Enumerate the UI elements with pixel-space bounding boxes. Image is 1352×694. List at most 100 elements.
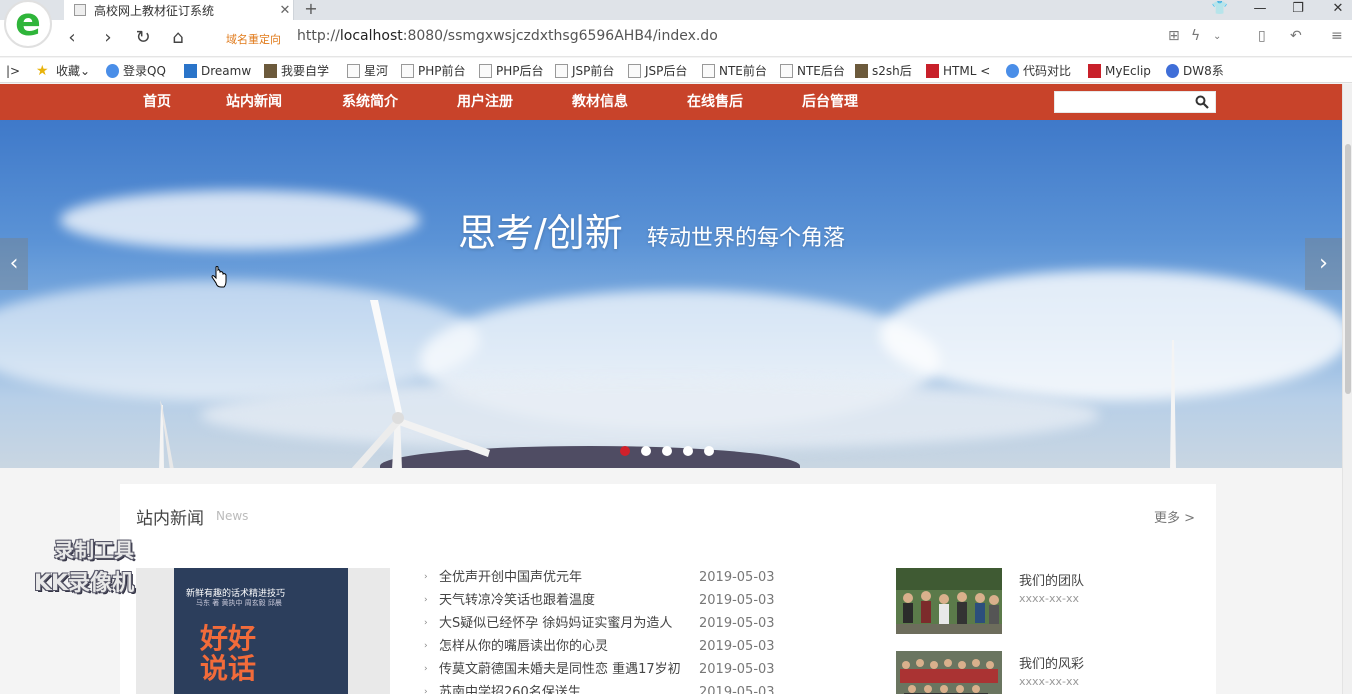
list-item[interactable]: › 苏南中学招260名保送生 2019-05-03 [422, 681, 782, 694]
bookmark-item[interactable]: MyEclip [1088, 62, 1151, 79]
web-page: 首页 站内新闻 系统简介 用户注册 教材信息 在线售后 后台管理 思考/创新 转… [0, 84, 1342, 694]
minimize-button[interactable]: — [1246, 0, 1274, 20]
nav-news[interactable]: 站内新闻 [226, 84, 282, 120]
list-item[interactable]: › 天气转凉冷笑话也跟着温度 2019-05-03 [422, 589, 782, 612]
browser-address-bar: ‹ › ↻ ⌂ 域名重定向 http://localhost:8080/ssmg… [0, 20, 1352, 57]
bookmark-item[interactable]: Dreamw [184, 62, 251, 79]
news-title[interactable]: 大S疑似已经怀孕 徐妈妈证实蜜月为造人 [439, 612, 694, 635]
browser-tab[interactable]: 高校网上教材征订系统 ✕ [64, 0, 294, 20]
banner-dot-2[interactable] [641, 446, 651, 456]
list-item[interactable]: › 全优声开创中国声优元年 2019-05-03 [422, 566, 782, 589]
side-item-title[interactable]: 我们的风彩 [1019, 653, 1084, 672]
search-icon[interactable] [1195, 95, 1209, 109]
bookmark-item[interactable]: NTE前台 [702, 62, 767, 79]
page-icon [479, 63, 492, 78]
hand-cursor-icon [211, 266, 227, 288]
group-photo[interactable] [896, 651, 1002, 694]
chevron-down-icon[interactable]: ⌄ [1213, 31, 1221, 42]
watermark-line2: KK录像机 [34, 571, 135, 596]
page-icon [401, 63, 414, 78]
banner-subtitle: 转动世界的每个角落 [647, 226, 846, 251]
banner-next-button[interactable]: › [1305, 238, 1342, 290]
bullet-icon: › [424, 687, 428, 694]
bookmark-item[interactable]: 我要自学 [264, 62, 329, 79]
compare-icon [1006, 63, 1019, 78]
back-button[interactable]: ‹ [60, 26, 84, 50]
cloud-shape [880, 270, 1342, 400]
list-item[interactable]: › 大S疑似已经怀孕 徐妈妈证实蜜月为造人 2019-05-03 [422, 612, 782, 635]
news-title[interactable]: 全优声开创中国声优元年 [439, 566, 694, 589]
site-icon [264, 63, 277, 78]
bookmark-item[interactable]: ★ 收藏 ⌄ [36, 62, 90, 79]
side-news-item[interactable]: 我们的风彩 xxxx-xx-xx [896, 651, 1196, 694]
bookmark-item[interactable]: DW8系 [1166, 62, 1224, 79]
close-tab-icon[interactable]: ✕ [277, 3, 293, 18]
scrollbar-thumb[interactable] [1345, 144, 1351, 394]
shirt-skin-icon[interactable]: 👕 [1206, 0, 1234, 20]
news-title[interactable]: 天气转凉冷笑话也跟着温度 [439, 589, 694, 612]
section-title: 站内新闻 [136, 509, 204, 529]
bookmark-item[interactable]: PHP前台 [401, 62, 466, 79]
nav-register[interactable]: 用户注册 [457, 84, 513, 120]
bookmark-item[interactable]: JSP后台 [628, 62, 687, 79]
nav-textbooks[interactable]: 教材信息 [572, 84, 628, 120]
side-item-date: xxxx-xx-xx [1019, 675, 1080, 688]
nav-admin[interactable]: 后台管理 [802, 84, 858, 120]
bullet-icon: › [424, 572, 428, 582]
bookmark-item[interactable]: 星河 [347, 62, 388, 79]
bookmark-item[interactable]: HTML < [926, 62, 990, 79]
bookmark-icon[interactable]: ▯ [1258, 28, 1266, 44]
sidebar-toggle-icon[interactable]: |> [6, 62, 20, 79]
refresh-button[interactable]: ↻ [131, 26, 155, 50]
wind-turbine-icon [159, 400, 174, 468]
search-input[interactable] [1055, 92, 1191, 112]
news-title[interactable]: 苏南中学招260名保送生 [439, 681, 694, 694]
news-date: 2019-05-03 [699, 685, 775, 694]
bookmark-item[interactable]: JSP前台 [555, 62, 614, 79]
banner-prev-button[interactable]: ‹ [0, 238, 28, 290]
bookmark-item[interactable]: 登录QQ [106, 62, 166, 79]
news-title[interactable]: 怎样从你的嘴唇读出你的心灵 [439, 635, 694, 658]
section-subtitle: News [216, 509, 249, 523]
news-date: 2019-05-03 [699, 616, 775, 631]
page-scrollbar[interactable] [1342, 84, 1352, 694]
featured-book-image[interactable]: 新鲜有趣的话术精进技巧 马东 著 黄执中 周玄毅 邱晨 好好 说话 [136, 568, 390, 694]
news-title[interactable]: 传莫文蔚德国未婚夫是同性恋 重遇17岁初 [439, 658, 694, 681]
recorder-watermark: 录制工具 KK录像机 [34, 534, 134, 597]
page-icon [628, 63, 641, 78]
list-item[interactable]: › 怎样从你的嘴唇读出你的心灵 2019-05-03 [422, 635, 782, 658]
nav-intro[interactable]: 系统简介 [342, 84, 398, 120]
new-tab-button[interactable]: + [300, 0, 322, 20]
bookmark-item[interactable]: PHP后台 [479, 62, 544, 79]
browser-logo-icon[interactable]: e [4, 0, 52, 48]
grid-icon[interactable]: ⊞ [1168, 28, 1180, 44]
side-item-date: xxxx-xx-xx [1019, 592, 1080, 605]
home-button[interactable]: ⌂ [166, 26, 190, 50]
banner-dot-4[interactable] [683, 446, 693, 456]
nav-aftersales[interactable]: 在线售后 [687, 84, 743, 120]
banner-title: 思考/创新 [458, 211, 623, 255]
forward-button[interactable]: › [96, 26, 120, 50]
banner-dot-5[interactable] [704, 446, 714, 456]
bookmark-item[interactable]: 代码对比 [1006, 62, 1071, 79]
side-news-item[interactable]: 我们的团队 xxxx-xx-xx [896, 568, 1196, 634]
bookmark-item[interactable]: NTE后台 [780, 62, 845, 79]
page-icon [702, 63, 715, 78]
list-item[interactable]: › 传莫文蔚德国未婚夫是同性恋 重遇17岁初 2019-05-03 [422, 658, 782, 681]
bookmark-item[interactable]: s2sh后 [855, 62, 912, 79]
lightning-icon[interactable]: ϟ [1191, 28, 1200, 44]
team-photo[interactable] [896, 568, 1002, 634]
restore-button[interactable]: ❐ [1284, 0, 1312, 20]
undo-icon[interactable]: ↶ [1290, 28, 1302, 44]
qq-icon [106, 63, 119, 78]
page-icon [347, 63, 360, 78]
side-item-title[interactable]: 我们的团队 [1019, 570, 1084, 589]
banner-dot-1[interactable] [620, 446, 630, 456]
menu-icon[interactable]: ≡ [1331, 28, 1343, 44]
nav-home[interactable]: 首页 [143, 84, 171, 120]
more-link[interactable]: 更多 > [1154, 507, 1195, 526]
close-window-button[interactable]: ✕ [1324, 0, 1352, 20]
url-field[interactable]: http://localhost:8080/ssmgxwsjczdxthsg65… [297, 28, 718, 44]
html-icon [926, 63, 939, 78]
banner-dot-3[interactable] [662, 446, 672, 456]
